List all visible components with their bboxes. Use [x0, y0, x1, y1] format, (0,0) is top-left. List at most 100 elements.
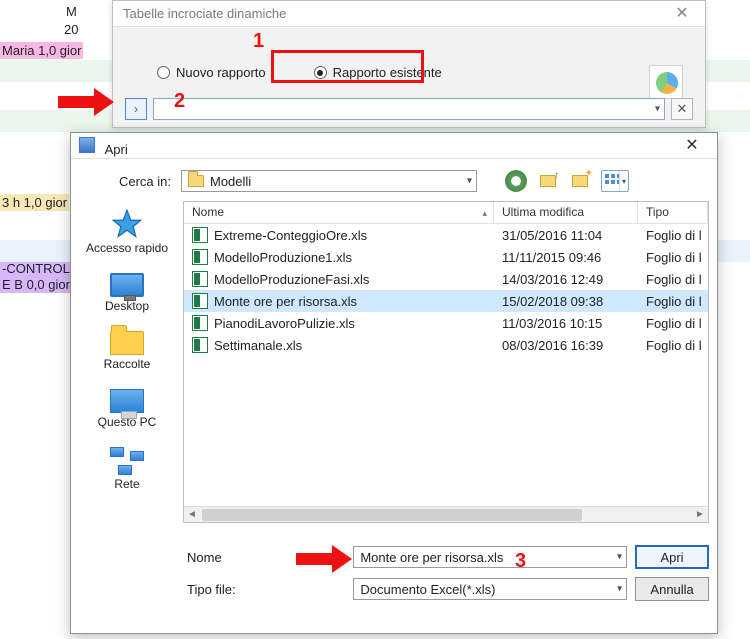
bg-task-1: Maria 1,0 gior: [0, 42, 83, 59]
arrow-left-icon: ◄: [510, 174, 522, 188]
xls-file-icon: [192, 337, 208, 353]
file-row[interactable]: Monte ore per risorsa.xls 15/02/2018 09:3…: [184, 290, 708, 312]
up-one-level-button[interactable]: ↑: [537, 170, 559, 192]
filename-value: Monte ore per risorsa.xls: [360, 550, 503, 565]
lookin-row: Cerca in: Modelli ▾ ◄ ↑ ✦ ▾: [71, 165, 717, 197]
network-icon: [110, 447, 144, 475]
annotation-arrow-1: [58, 88, 114, 116]
report-path-row: › ▾ ✕: [125, 97, 693, 121]
file-name: Extreme-ConteggioOre.xls: [214, 228, 367, 243]
file-date: 14/03/2016 12:49: [494, 272, 638, 287]
xls-file-icon: [192, 315, 208, 331]
app-icon: [79, 137, 95, 153]
file-name: PianodiLavoroPulizie.xls: [214, 316, 355, 331]
bg-col-m: M: [66, 4, 77, 19]
file-date: 31/05/2016 11:04: [494, 228, 638, 243]
sidebar-item-label: Raccolte: [104, 357, 151, 371]
sidebar-item-label: Accesso rapido: [86, 241, 168, 255]
xls-file-icon: [192, 249, 208, 265]
chevron-down-icon: ▾: [655, 104, 660, 115]
annotation-number-3: 3: [515, 550, 526, 573]
file-date: 11/11/2015 09:46: [494, 250, 638, 265]
radio-new-report-label: Nuovo rapporto: [176, 65, 266, 80]
sidebar-item-quick-access[interactable]: Accesso rapido: [71, 205, 183, 259]
bg-row-20: 20: [64, 22, 78, 37]
column-header-name[interactable]: Nome ▴: [184, 202, 494, 223]
scroll-left-icon: ◄: [184, 507, 200, 523]
open-dialog-footer: Nome Monte ore per risorsa.xls ▾ Apri Ti…: [183, 541, 709, 623]
places-sidebar: Accesso rapido Desktop Raccolte Questo P…: [71, 201, 183, 533]
new-folder-button[interactable]: ✦: [569, 170, 591, 192]
scroll-right-icon: ►: [692, 507, 708, 523]
sidebar-item-this-pc[interactable]: Questo PC: [71, 385, 183, 433]
open-dialog: Apri ✕ Cerca in: Modelli ▾ ◄ ↑ ✦ ▾: [70, 132, 718, 634]
back-button[interactable]: ◄: [505, 170, 527, 192]
pivot-chart-icon: [649, 65, 683, 99]
horizontal-scrollbar[interactable]: ◄ ►: [184, 506, 708, 522]
file-name: ModelloProduzioneFasi.xls: [214, 272, 369, 287]
file-name: Settimanale.xls: [214, 338, 302, 353]
annotation-arrow-3: [296, 545, 352, 573]
file-row[interactable]: Extreme-ConteggioOre.xls 31/05/2016 11:04…: [184, 224, 708, 246]
filetype-combo[interactable]: Documento Excel(*.xls) ▾: [353, 578, 627, 600]
file-name: ModelloProduzione1.xls: [214, 250, 352, 265]
file-type: Foglio di l: [638, 228, 708, 243]
view-menu-button[interactable]: ▾: [601, 170, 629, 192]
annotation-number-1: 1: [253, 30, 264, 53]
file-row[interactable]: ModelloProduzione1.xls 11/11/2015 09:46Fo…: [184, 246, 708, 268]
arrow-up-icon: ↑: [554, 170, 559, 181]
column-header-type[interactable]: Tipo: [638, 202, 708, 223]
filetype-row: Tipo file: Documento Excel(*.xls) ▾ Annu…: [183, 573, 709, 605]
close-icon: ✕: [677, 101, 688, 117]
folder-icon: [110, 331, 144, 355]
filename-combo[interactable]: Monte ore per risorsa.xls ▾: [353, 546, 627, 568]
lookin-combo[interactable]: Modelli ▾: [181, 170, 477, 192]
sidebar-item-network[interactable]: Rete: [71, 443, 183, 495]
bg-task-2: 3 h 1,0 gior: [0, 194, 69, 211]
chevron-down-icon: ▾: [617, 584, 622, 595]
file-type: Foglio di l: [638, 316, 708, 331]
browse-button[interactable]: ›: [125, 98, 147, 120]
sidebar-item-label: Desktop: [105, 299, 149, 313]
open-dialog-close-button[interactable]: ✕: [675, 135, 709, 157]
grid-icon: [605, 174, 619, 188]
bg-task-3a: -CONTROL: [0, 260, 72, 277]
report-path-combo[interactable]: ▾: [153, 98, 665, 120]
file-date: 08/03/2016 16:39: [494, 338, 638, 353]
chevron-down-icon: ▾: [467, 176, 472, 187]
lookin-label: Cerca in:: [71, 174, 181, 189]
folder-icon: [188, 175, 204, 187]
file-date: 11/03/2016 10:15: [494, 316, 638, 331]
column-header-date[interactable]: Ultima modifica: [494, 202, 638, 223]
annotation-number-2: 2: [174, 90, 185, 113]
sidebar-item-libraries[interactable]: Raccolte: [71, 327, 183, 375]
filetype-value: Documento Excel(*.xls): [360, 582, 495, 597]
sidebar-item-desktop[interactable]: Desktop: [71, 269, 183, 317]
sidebar-item-label: Rete: [114, 477, 139, 491]
lookin-toolbar: ◄ ↑ ✦ ▾: [505, 170, 629, 192]
xls-file-icon: [192, 293, 208, 309]
clear-button[interactable]: ✕: [671, 98, 693, 120]
open-button[interactable]: Apri: [635, 545, 709, 569]
filetype-label: Tipo file:: [183, 582, 255, 597]
file-name: Monte ore per risorsa.xls: [214, 294, 357, 309]
pivot-dialog-close-button[interactable]: ✕: [665, 3, 699, 25]
file-row[interactable]: ModelloProduzioneFasi.xls 14/03/2016 12:4…: [184, 268, 708, 290]
scrollbar-thumb[interactable]: [202, 509, 582, 521]
annotation-box-1: [271, 50, 424, 83]
sort-asc-icon: ▴: [482, 208, 487, 219]
chevron-down-icon: ▾: [617, 552, 622, 563]
file-row[interactable]: Settimanale.xls 08/03/2016 16:39Foglio di…: [184, 334, 708, 356]
column-header-name-label: Nome: [192, 205, 224, 219]
open-dialog-title: Apri: [105, 137, 128, 163]
file-type: Foglio di l: [638, 250, 708, 265]
file-date: 15/02/2018 09:38: [494, 294, 638, 309]
radio-new-report[interactable]: Nuovo rapporto: [157, 65, 266, 80]
file-list: Nome ▴ Ultima modifica Tipo Extreme-Cont…: [183, 201, 709, 523]
file-type: Foglio di l: [638, 294, 708, 309]
file-type: Foglio di l: [638, 338, 708, 353]
file-row[interactable]: PianodiLavoroPulizie.xls 11/03/2016 10:15…: [184, 312, 708, 334]
xls-file-icon: [192, 227, 208, 243]
cancel-button[interactable]: Annulla: [635, 577, 709, 601]
pivot-dialog-title: Tabelle incrociate dinamiche: [113, 1, 705, 27]
